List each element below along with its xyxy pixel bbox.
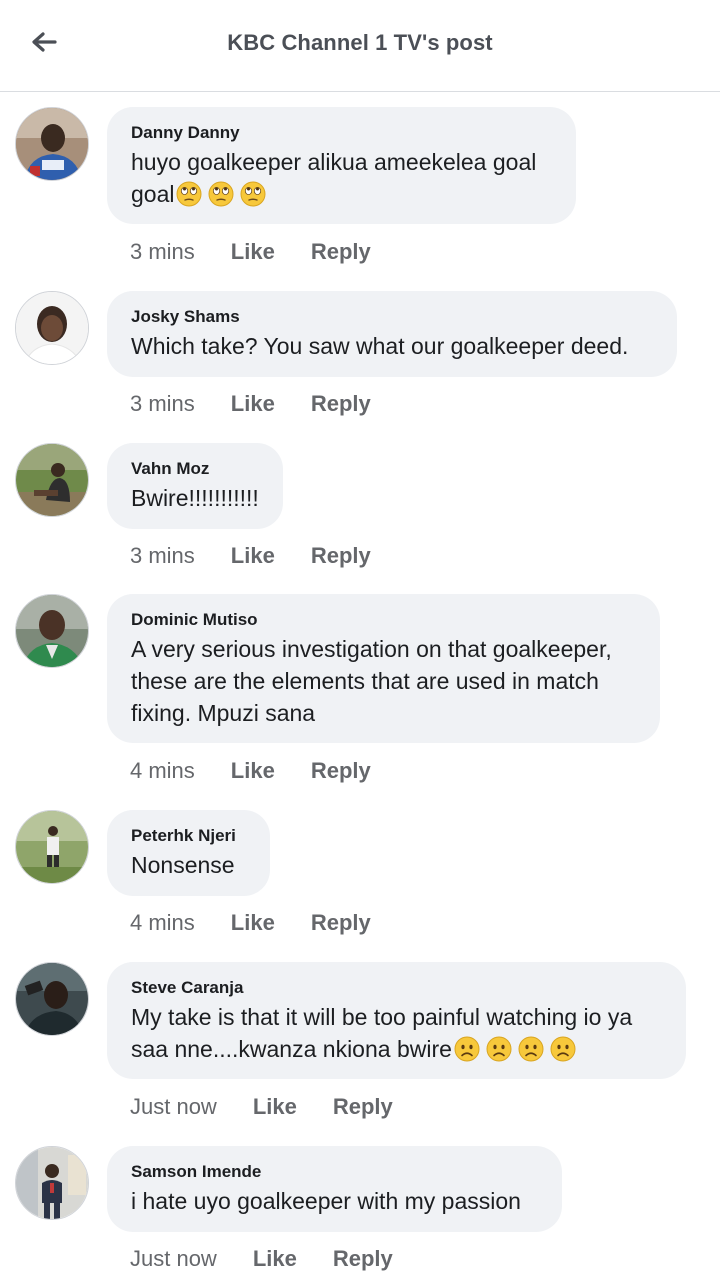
comment-bubble: Samson Imende i hate uyo goalkeeper with…	[107, 1146, 562, 1232]
comment-text: Nonsense	[131, 852, 235, 878]
reply-button[interactable]: Reply	[311, 237, 371, 267]
reply-button[interactable]: Reply	[311, 908, 371, 938]
reply-button[interactable]: Reply	[311, 389, 371, 419]
comment-time[interactable]: 3 mins	[130, 541, 195, 571]
avatar[interactable]	[15, 962, 89, 1036]
reply-button[interactable]: Reply	[311, 541, 371, 571]
comments-screen: KBC Channel 1 TV's post Danny Danny huyo…	[0, 0, 720, 1279]
reply-button[interactable]: Reply	[311, 756, 371, 786]
eye-roll-emoji-icon	[240, 181, 266, 207]
emoji-group	[174, 181, 266, 207]
avatar[interactable]	[15, 594, 89, 668]
comment-author[interactable]: Steve Caranja	[131, 977, 662, 999]
comment-actions: 3 mins Like Reply	[130, 541, 371, 571]
like-button[interactable]: Like	[231, 541, 275, 571]
comment-author[interactable]: Vahn Moz	[131, 458, 259, 480]
comment-actions: 3 mins Like Reply	[130, 237, 371, 267]
comment-actions: Just now Like Reply	[130, 1244, 393, 1274]
comment-text: Bwire!!!!!!!!!!!	[131, 485, 259, 511]
comment-time[interactable]: Just now	[130, 1244, 217, 1274]
like-button[interactable]: Like	[231, 389, 275, 419]
comment-text: My take is that it will be too painful w…	[131, 1001, 662, 1065]
frowning-emoji-icon	[550, 1036, 576, 1062]
comment-bubble: Steve Caranja My take is that it will be…	[107, 962, 686, 1079]
comment-author[interactable]: Danny Danny	[131, 122, 552, 144]
avatar[interactable]	[15, 107, 89, 181]
comment-actions: 3 mins Like Reply	[130, 389, 371, 419]
comment-actions: 4 mins Like Reply	[130, 908, 371, 938]
comment-author[interactable]: Dominic Mutiso	[131, 609, 636, 631]
comment-text: A very serious investigation on that goa…	[131, 636, 612, 726]
comment-time[interactable]: 3 mins	[130, 389, 195, 419]
comment-bubble: Peterhk Njeri Nonsense	[107, 810, 270, 896]
comment-text: Which take? You saw what our goalkeeper …	[131, 333, 629, 359]
like-button[interactable]: Like	[231, 237, 275, 267]
like-button[interactable]: Like	[253, 1244, 297, 1274]
emoji-group	[452, 1036, 576, 1062]
eye-roll-emoji-icon	[176, 181, 202, 207]
avatar[interactable]	[15, 291, 89, 365]
comment-bubble: Danny Danny huyo goalkeeper alikua ameek…	[107, 107, 576, 224]
reply-button[interactable]: Reply	[333, 1244, 393, 1274]
comment-author[interactable]: Samson Imende	[131, 1161, 538, 1183]
comment-author[interactable]: Josky Shams	[131, 306, 653, 328]
comment-bubble: Vahn Moz Bwire!!!!!!!!!!!	[107, 443, 283, 529]
comment-text: huyo goalkeeper alikua ameekelea goal go…	[131, 146, 552, 210]
like-button[interactable]: Like	[231, 908, 275, 938]
avatar[interactable]	[15, 443, 89, 517]
comment-actions: Just now Like Reply	[130, 1092, 393, 1122]
eye-roll-emoji-icon	[208, 181, 234, 207]
comment-bubble: Dominic Mutiso A very serious investigat…	[107, 594, 660, 743]
comment-time[interactable]: Just now	[130, 1092, 217, 1122]
reply-button[interactable]: Reply	[333, 1092, 393, 1122]
comment-author[interactable]: Peterhk Njeri	[131, 825, 246, 847]
frowning-emoji-icon	[454, 1036, 480, 1062]
comment-time[interactable]: 4 mins	[130, 756, 195, 786]
comment-actions: 4 mins Like Reply	[130, 756, 371, 786]
comment-bubble: Josky Shams Which take? You saw what our…	[107, 291, 677, 377]
frowning-emoji-icon	[486, 1036, 512, 1062]
top-bar: KBC Channel 1 TV's post	[0, 0, 720, 92]
frowning-emoji-icon	[518, 1036, 544, 1062]
avatar[interactable]	[15, 810, 89, 884]
comment-time[interactable]: 4 mins	[130, 908, 195, 938]
comment-text: i hate uyo goalkeeper with my passion	[131, 1188, 521, 1214]
avatar[interactable]	[15, 1146, 89, 1220]
comment-time[interactable]: 3 mins	[130, 237, 195, 267]
like-button[interactable]: Like	[253, 1092, 297, 1122]
like-button[interactable]: Like	[231, 756, 275, 786]
page-title: KBC Channel 1 TV's post	[227, 30, 493, 55]
